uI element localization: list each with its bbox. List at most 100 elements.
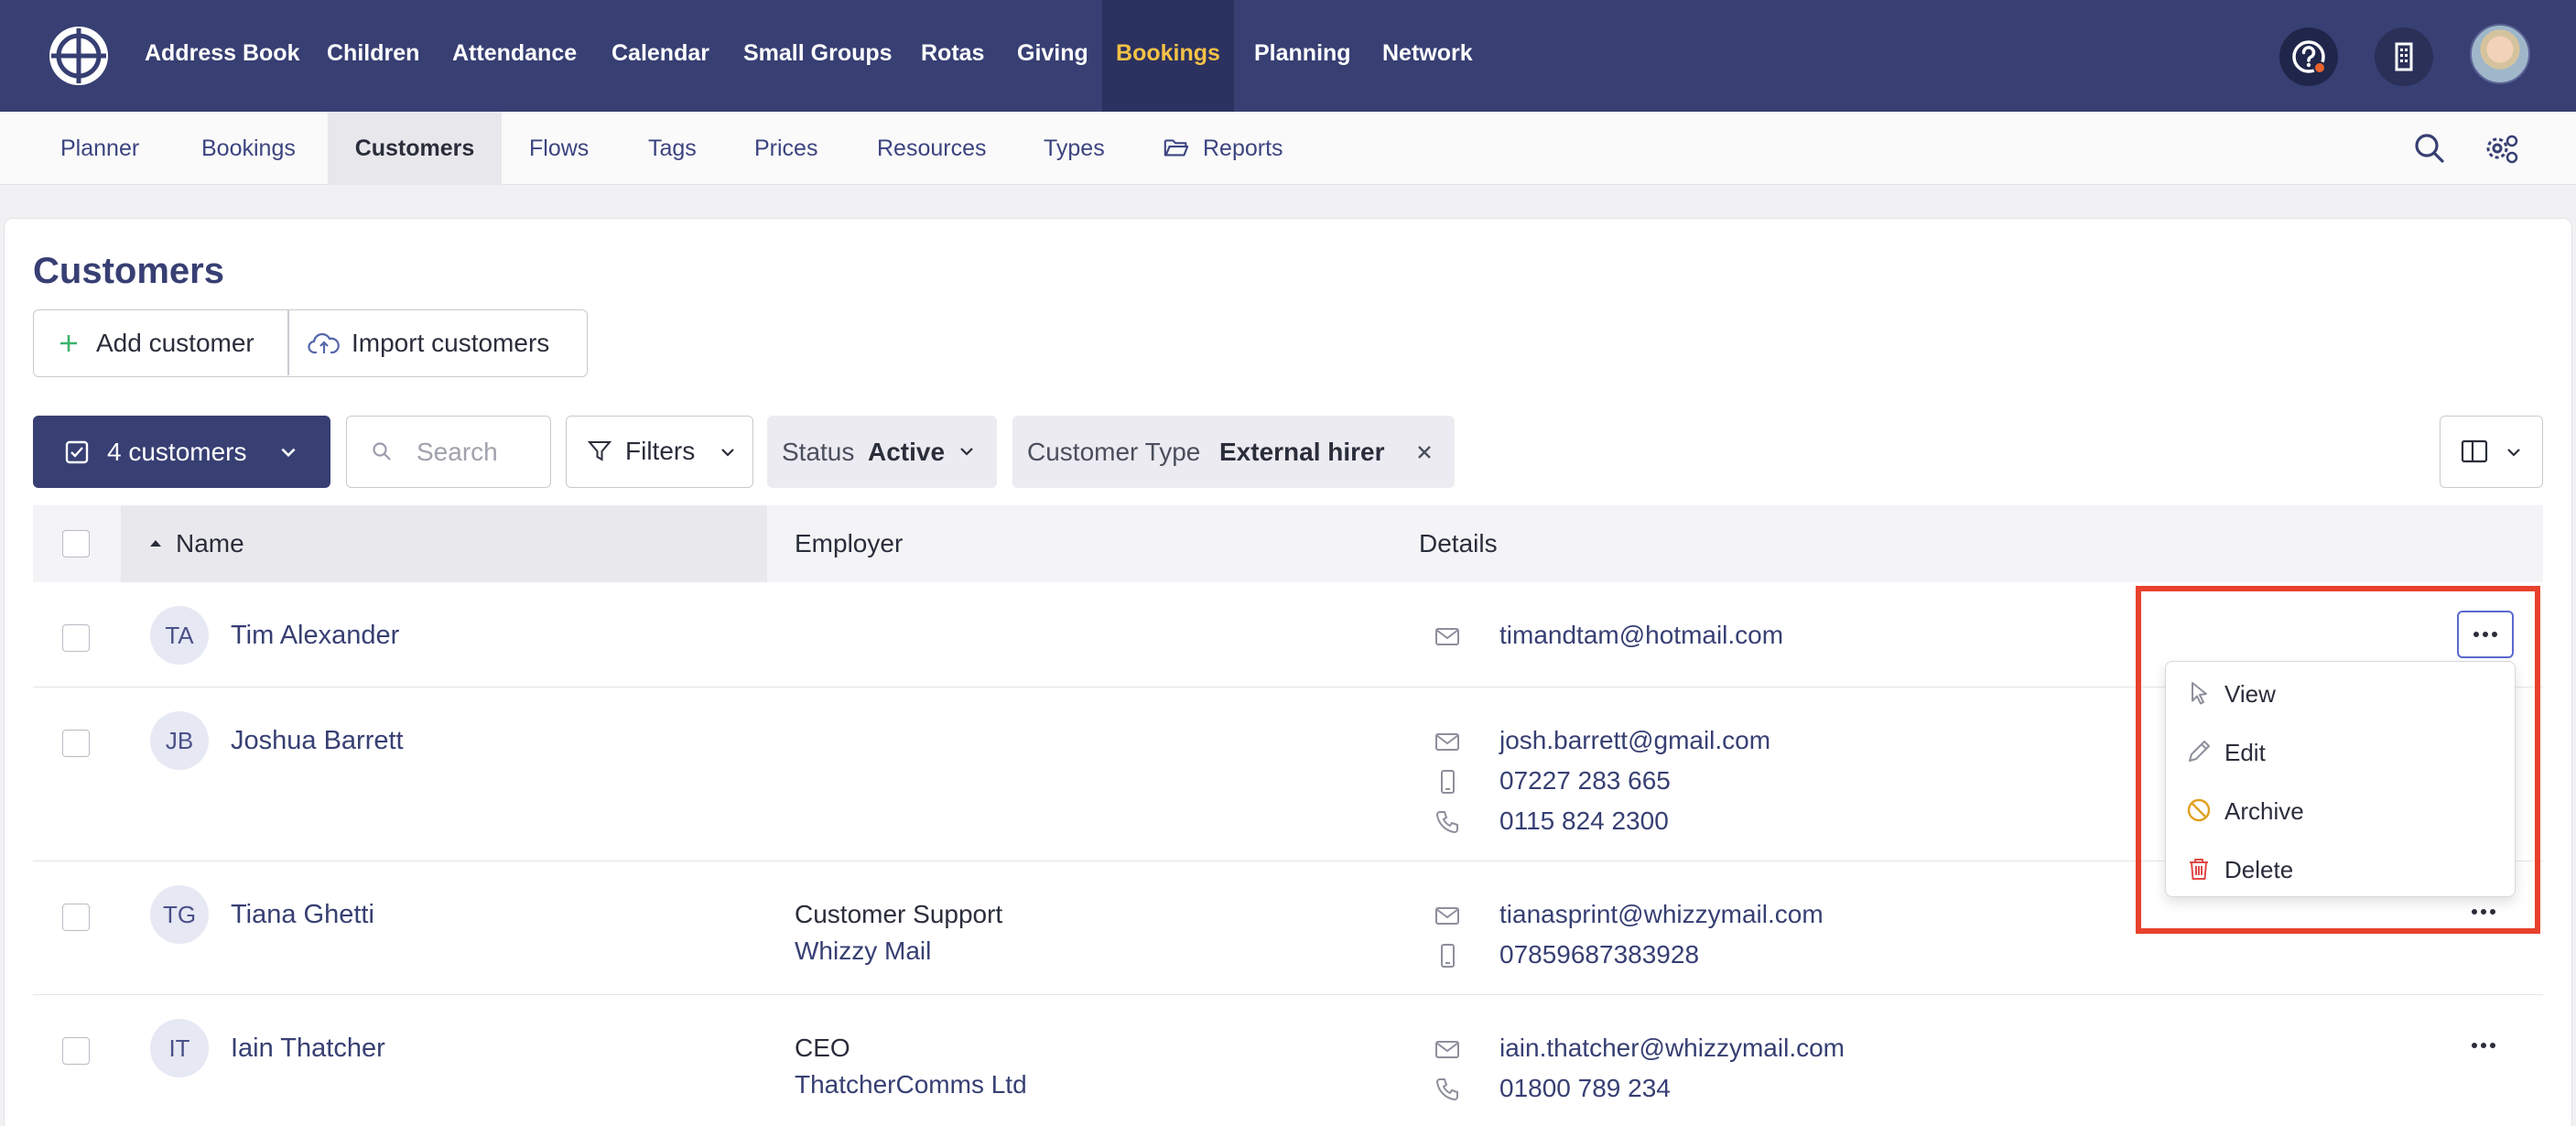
building-icon (2395, 42, 2413, 71)
customer-name-link[interactable]: Joshua Barrett (231, 726, 404, 756)
sort-ascending-icon (150, 540, 161, 547)
employer-company-link[interactable]: Whizzy Mail (795, 937, 931, 966)
tab-flows[interactable]: Flows (529, 112, 589, 185)
phone-icon (1435, 1078, 1458, 1101)
name-column-header[interactable]: Name (121, 505, 767, 582)
avatar: TA (150, 606, 209, 665)
phone-icon (1435, 811, 1458, 834)
selection-label: 4 customers (107, 438, 247, 466)
help-icon (2292, 40, 2326, 74)
chevron-down-icon (2507, 449, 2520, 457)
phone-link[interactable]: 01800 789 234 (1499, 1074, 1671, 1103)
menu-item-delete-label: Delete (2224, 856, 2294, 883)
email-link[interactable]: tianasprint@whizzymail.com (1499, 900, 1824, 929)
customer-name-link[interactable]: Iain Thatcher (231, 1034, 385, 1064)
page-title: Customers (33, 251, 224, 291)
tab-resources[interactable]: Resources (877, 112, 987, 185)
row-checkbox[interactable] (62, 730, 90, 757)
tab-bookings[interactable]: Bookings (201, 112, 296, 185)
email-icon (1435, 628, 1459, 645)
search-icon (373, 442, 391, 460)
nav-children[interactable]: Children (327, 0, 419, 112)
table-row[interactable]: IT Iain Thatcher CEO ThatcherComms Ltd i… (33, 995, 2543, 1126)
nav-giving[interactable]: Giving (1017, 0, 1088, 112)
help-button[interactable] (2279, 27, 2338, 86)
row-actions-button[interactable] (2457, 1023, 2514, 1071)
employer-company-link[interactable]: ThatcherComms Ltd (795, 1070, 1027, 1099)
nav-network[interactable]: Network (1382, 0, 1473, 112)
nav-small-groups[interactable]: Small Groups (743, 0, 893, 112)
customer-type-filter-chip[interactable]: Customer Type External hirer (1012, 416, 1455, 488)
chevron-down-icon (281, 448, 296, 458)
tab-planner[interactable]: Planner (60, 112, 139, 185)
details-header-label: Details (1419, 529, 1498, 558)
tab-types[interactable]: Types (1044, 112, 1105, 185)
mobile-link[interactable]: 07227 283 665 (1499, 766, 1671, 796)
nav-attendance[interactable]: Attendance (452, 0, 577, 112)
add-customer-label: Add customer (96, 329, 254, 357)
row-checkbox[interactable] (62, 624, 90, 652)
add-customer-button[interactable]: Add customer (34, 310, 287, 375)
close-icon[interactable] (1415, 443, 1434, 461)
search-field[interactable] (346, 416, 551, 488)
email-link[interactable]: timandtam@hotmail.com (1499, 621, 1783, 650)
customer-name-link[interactable]: Tiana Ghetti (231, 900, 374, 930)
checkbox-checked-icon (65, 440, 89, 464)
mobile-phone-icon (1441, 770, 1455, 794)
chevron-down-icon (960, 448, 973, 456)
organisation-button[interactable] (2375, 27, 2433, 86)
trash-icon (2190, 859, 2208, 880)
column-view-button[interactable] (2440, 416, 2543, 488)
customer-name-link[interactable]: Tim Alexander (231, 621, 399, 651)
filters-button[interactable]: Filters (566, 416, 753, 488)
menu-item-archive[interactable]: Archive (2166, 781, 2515, 839)
settings-gear-icon[interactable] (2481, 128, 2521, 168)
select-all-checkbox[interactable] (62, 530, 90, 558)
nav-planning[interactable]: Planning (1254, 0, 1351, 112)
nav-calendar[interactable]: Calendar (612, 0, 709, 112)
row-checkbox[interactable] (62, 904, 90, 931)
user-avatar[interactable] (2470, 24, 2530, 84)
tab-tags[interactable]: Tags (648, 112, 697, 185)
import-customers-label: Import customers (352, 329, 550, 357)
nav-bookings[interactable]: Bookings (1102, 0, 1234, 112)
search-input[interactable] (417, 433, 543, 471)
email-icon (1435, 907, 1459, 925)
archive-ban-icon (2187, 798, 2211, 822)
email-link[interactable]: iain.thatcher@whizzymail.com (1499, 1034, 1845, 1063)
mobile-phone-icon (1441, 944, 1455, 968)
avatar: IT (150, 1019, 209, 1077)
customer-type-filter-key: Customer Type (1027, 438, 1201, 466)
email-link[interactable]: josh.barrett@gmail.com (1499, 726, 1770, 755)
menu-item-edit[interactable]: Edit (2166, 722, 2515, 781)
status-filter-value: Active (868, 438, 946, 466)
nav-rotas[interactable]: Rotas (921, 0, 984, 112)
selection-dropdown-button[interactable]: 4 customers (33, 416, 330, 488)
folder-icon (1164, 139, 1189, 157)
nav-address-book[interactable]: Address Book (145, 0, 299, 112)
search-icon[interactable] (2409, 128, 2450, 168)
menu-item-edit-label: Edit (2224, 739, 2266, 766)
status-filter-chip[interactable]: Status Active (767, 416, 997, 488)
avatar: JB (150, 711, 209, 770)
cloud-upload-icon (308, 332, 340, 354)
import-customers-button[interactable]: Import customers (289, 310, 587, 375)
table-header: Name Employer Details (33, 505, 2543, 582)
menu-item-view[interactable]: View (2166, 664, 2515, 722)
phone-link[interactable]: 0115 824 2300 (1499, 807, 1669, 836)
tab-prices[interactable]: Prices (754, 112, 817, 185)
status-filter-key: Status (782, 438, 855, 466)
logo-icon[interactable] (46, 23, 112, 89)
email-icon (1435, 733, 1459, 751)
plus-icon (60, 335, 77, 352)
tab-customers[interactable]: Customers (328, 112, 502, 185)
name-header-label: Name (176, 529, 244, 558)
customer-type-filter-value: External hirer (1219, 438, 1385, 466)
row-checkbox[interactable] (62, 1037, 90, 1065)
mobile-link[interactable]: 07859687383928 (1499, 940, 1699, 969)
more-dots-icon (2472, 1043, 2495, 1048)
menu-item-view-label: View (2224, 680, 2276, 708)
tab-reports[interactable]: Reports (1161, 112, 1283, 185)
avatar: TG (150, 885, 209, 944)
menu-item-delete[interactable]: Delete (2166, 839, 2515, 898)
